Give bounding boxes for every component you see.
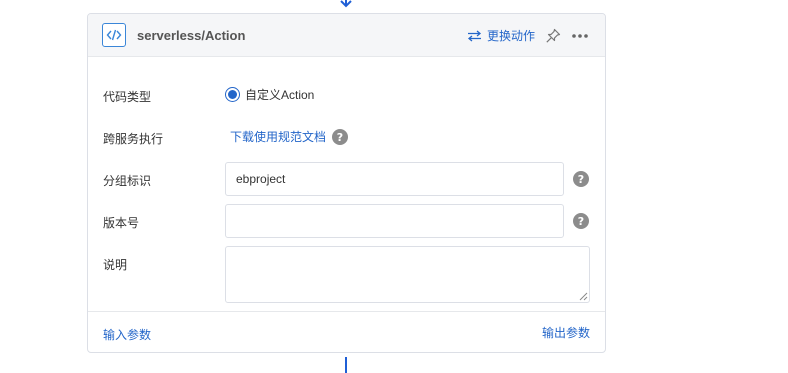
more-horizontal-icon[interactable] [571, 33, 589, 39]
code-brackets-icon [102, 23, 126, 47]
group-id-label: 分组标识 [103, 174, 152, 188]
description-label: 说明 [103, 258, 128, 272]
resize-grip-icon[interactable] [579, 292, 588, 301]
card-footer: 输入参数 输出参数 [88, 311, 605, 352]
radio-selected-icon[interactable] [225, 87, 240, 102]
output-params-link[interactable]: 输出参数 [542, 324, 590, 341]
input-params-link[interactable]: 输入参数 [103, 326, 151, 343]
code-type-radio[interactable]: 自定义Action [225, 86, 314, 103]
change-action-label: 更换动作 [486, 29, 535, 43]
group-id-input[interactable] [225, 162, 564, 196]
cross-service-label: 跨服务执行 [103, 132, 164, 146]
card-header: serverless/Action 更换动作 [88, 14, 605, 57]
question-circle-icon[interactable]: ? [573, 171, 589, 187]
swap-arrows-icon [467, 30, 481, 41]
action-node-card[interactable]: serverless/Action 更换动作 代码类型 自定义Action 跨服… [87, 13, 606, 353]
version-input[interactable] [225, 204, 564, 238]
card-body: 代码类型 自定义Action 跨服务执行 下载使用规范文档 ? 分组标识 ? 版… [88, 57, 605, 311]
question-circle-icon[interactable]: ? [332, 129, 348, 145]
change-action-button[interactable]: 更换动作 [467, 27, 535, 44]
download-doc-link[interactable]: 下载使用规范文档 [230, 128, 326, 145]
code-type-label: 代码类型 [103, 90, 152, 104]
version-label: 版本号 [103, 216, 140, 230]
connector-line [345, 357, 347, 373]
question-circle-icon[interactable]: ? [573, 213, 589, 229]
header-actions: 更换动作 [467, 14, 589, 57]
action-title: serverless/Action [137, 27, 246, 43]
arrow-down-icon [340, 0, 352, 8]
description-textarea[interactable] [225, 246, 590, 303]
code-type-option-label: 自定义Action [245, 88, 315, 102]
pin-icon[interactable] [545, 28, 561, 44]
